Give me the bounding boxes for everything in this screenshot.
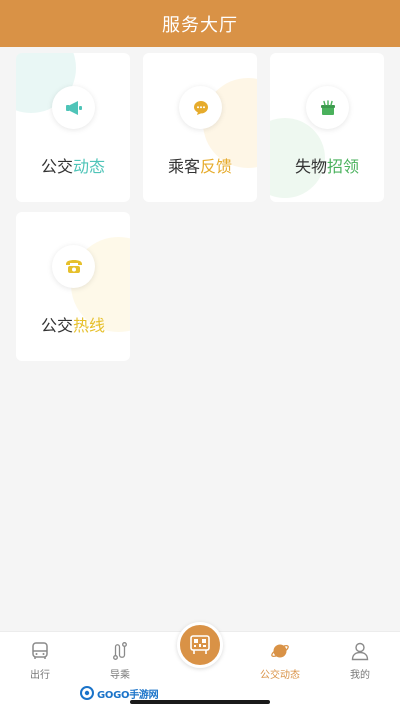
qr-bus-code-icon	[190, 635, 210, 654]
card-label-accent: 动态	[73, 157, 106, 176]
tab-guide[interactable]: 导乘	[80, 636, 160, 684]
tab-mine[interactable]: 我的	[320, 636, 400, 684]
card-label-plain: 公交	[40, 316, 73, 335]
chat-bubble-icon	[179, 86, 222, 129]
card-label: 失物招领	[270, 153, 384, 177]
tab-bus-dynamics[interactable]: 公交动态	[240, 636, 320, 684]
card-label: 乘客反馈	[143, 153, 257, 177]
card-label-plain: 失物	[294, 157, 327, 176]
card-bus-hotline[interactable]: 公交热线	[16, 212, 130, 361]
tab-label: 导乘	[110, 670, 130, 681]
bus-icon	[32, 642, 48, 659]
card-label-accent: 反馈	[200, 157, 233, 176]
card-lost-and-found[interactable]: 失物招领	[270, 53, 384, 202]
home-indicator	[130, 700, 270, 704]
page-title: 服务大厅	[162, 14, 238, 36]
tab-trip[interactable]: 出行	[0, 636, 80, 684]
app-header: 服务大厅	[0, 0, 400, 47]
person-icon	[351, 642, 369, 661]
route-icon	[113, 642, 127, 660]
watermark-text: GOGO手游网	[97, 689, 159, 701]
tab-label: 出行	[30, 670, 50, 681]
card-label-plain: 乘客	[167, 157, 200, 176]
qr-scan-button[interactable]	[177, 622, 223, 668]
card-label-accent: 热线	[73, 316, 106, 335]
megaphone-icon	[52, 86, 95, 129]
gogo-logo-icon	[80, 686, 94, 700]
card-label-accent: 招领	[327, 157, 360, 176]
planet-icon	[271, 644, 289, 658]
tab-label: 我的	[350, 670, 370, 681]
lost-found-box-icon	[306, 86, 349, 129]
card-passenger-feedback[interactable]: 乘客反馈	[143, 53, 257, 202]
card-label: 公交热线	[16, 312, 130, 336]
tab-label: 公交动态	[260, 670, 300, 681]
card-bus-dynamics[interactable]: 公交动态	[16, 53, 130, 202]
card-label-plain: 公交	[40, 157, 73, 176]
telephone-icon	[52, 245, 95, 288]
card-label: 公交动态	[16, 153, 130, 177]
